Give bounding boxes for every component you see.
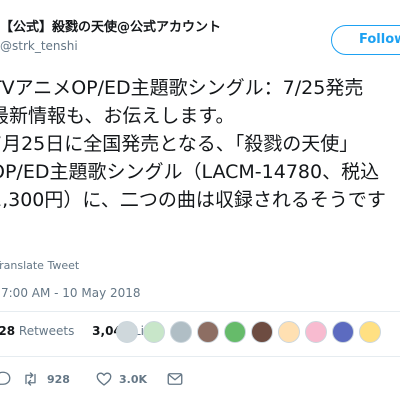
display-name[interactable]: 【公式】殺戮の天使@公式アカウント xyxy=(0,16,221,35)
follow-button[interactable]: Follow xyxy=(331,25,400,55)
tweet-line: OP/ED主題歌シングル（LACM-14780、税込 xyxy=(0,161,380,183)
tweet-line: 1,300円）に、二つの曲は収録されるそうです xyxy=(0,189,386,211)
avatar[interactable] xyxy=(359,321,381,343)
divider xyxy=(0,356,400,357)
retweets-stat[interactable]: 928 Retweets xyxy=(0,324,74,338)
avatar[interactable] xyxy=(116,321,138,343)
tweet-line: 7月25日に全国発売となる、「殺戮の天使」 xyxy=(0,133,359,155)
avatar[interactable] xyxy=(224,321,246,343)
tweet-stats: 928 Retweets 3,046 Likes xyxy=(0,324,164,344)
avatar[interactable] xyxy=(251,321,273,343)
avatar[interactable] xyxy=(332,321,354,343)
like-count: 3.0K xyxy=(119,372,148,386)
handle[interactable]: @strk_tenshi xyxy=(0,39,78,53)
direct-message-button[interactable] xyxy=(166,370,184,388)
like-button[interactable]: 3.0K xyxy=(95,370,147,388)
divider xyxy=(0,311,400,312)
envelope-icon xyxy=(167,373,183,385)
avatar[interactable] xyxy=(305,321,327,343)
avatar[interactable] xyxy=(197,321,219,343)
retweets-label: Retweets xyxy=(18,324,75,338)
tweet-line: 最新情報も、お伝えします。 xyxy=(0,105,235,127)
avatar[interactable] xyxy=(143,321,165,343)
avatar[interactable] xyxy=(170,321,192,343)
retweet-count: 928 xyxy=(47,372,70,386)
reply-icon xyxy=(0,371,11,386)
translate-tweet-link[interactable]: Translate Tweet xyxy=(0,259,79,272)
tweet-detail: 【公式】殺戮の天使@公式アカウント @strk_tenshi Follow TV… xyxy=(0,0,400,400)
retweet-icon xyxy=(25,372,36,386)
heart-icon xyxy=(96,372,112,386)
tweet-text: TVアニメOP/ED主題歌シングル：7/25発売 最新情報も、お伝えします。 7… xyxy=(0,74,400,214)
retweets-count: 928 xyxy=(0,324,16,338)
tweet-timestamp[interactable]: 7:00 AM - 10 May 2018 xyxy=(1,286,141,300)
tweet-line: TVアニメOP/ED主題歌シングル：7/25発売 xyxy=(0,77,364,99)
avatar[interactable] xyxy=(278,321,300,343)
retweet-button[interactable]: 928 xyxy=(23,370,70,388)
reply-button[interactable] xyxy=(0,370,12,388)
